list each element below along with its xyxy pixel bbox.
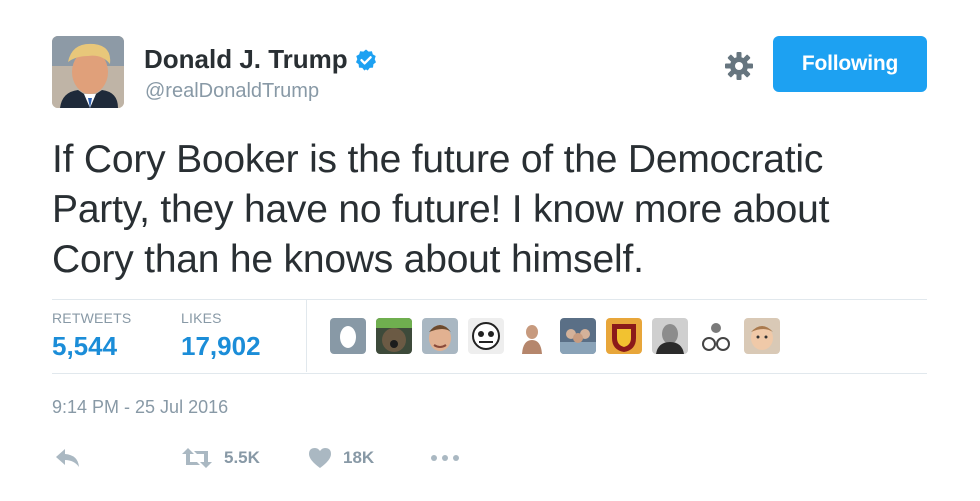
retweet-button[interactable]: 5.5K — [180, 446, 260, 470]
crest-logo-avatar[interactable] — [606, 318, 642, 354]
following-button[interactable]: Following — [773, 36, 927, 92]
child-avatar[interactable] — [744, 318, 780, 354]
stats-top-divider — [52, 299, 927, 300]
more-button[interactable] — [430, 446, 460, 470]
heart-icon — [309, 448, 331, 468]
reply-button[interactable] — [54, 446, 82, 470]
like-count: 18K — [343, 448, 375, 467]
tweet-line: If Cory Booker is the future of the Demo… — [52, 138, 824, 181]
tweet-text: If Cory Booker is the future of the Demo… — [52, 135, 932, 285]
verified-badge-icon — [355, 49, 376, 70]
user-handle[interactable]: @realDonaldTrump — [145, 80, 319, 103]
more-dots-icon — [431, 455, 459, 461]
person-avatar[interactable] — [514, 318, 550, 354]
liker-avatars — [330, 318, 780, 354]
retweets-count[interactable]: 5,544 — [52, 331, 117, 362]
tweet-line: Cory than he knows about himself. — [52, 238, 644, 281]
display-name-row[interactable]: Donald J. Trump — [144, 44, 378, 75]
tweet-line: Party, they have no future! I know more … — [52, 188, 830, 231]
default-egg-avatar[interactable] — [330, 318, 366, 354]
man-avatar-2[interactable] — [652, 318, 688, 354]
cartoon-avatar[interactable] — [468, 318, 504, 354]
tweet-timestamp[interactable]: 9:14 PM - 25 Jul 2016 — [52, 397, 228, 418]
likes-label[interactable]: LIKES — [181, 310, 222, 326]
profile-photo — [52, 36, 124, 108]
like-button[interactable]: 18K — [307, 446, 374, 470]
stats-vertical-divider — [306, 300, 307, 372]
dog-avatar[interactable] — [376, 318, 412, 354]
stats-bottom-divider — [52, 373, 927, 374]
reply-icon — [56, 449, 79, 467]
likes-count[interactable]: 17,902 — [181, 331, 261, 362]
man-avatar[interactable] — [422, 318, 458, 354]
retweets-label[interactable]: RETWEETS — [52, 310, 131, 326]
retweet-icon — [182, 448, 212, 468]
retweet-count: 5.5K — [224, 448, 260, 467]
gear-icon[interactable] — [723, 50, 755, 82]
avatar[interactable] — [52, 36, 124, 108]
group-avatar[interactable] — [560, 318, 596, 354]
display-name[interactable]: Donald J. Trump — [144, 44, 348, 75]
bikes-avatar[interactable] — [698, 318, 734, 354]
